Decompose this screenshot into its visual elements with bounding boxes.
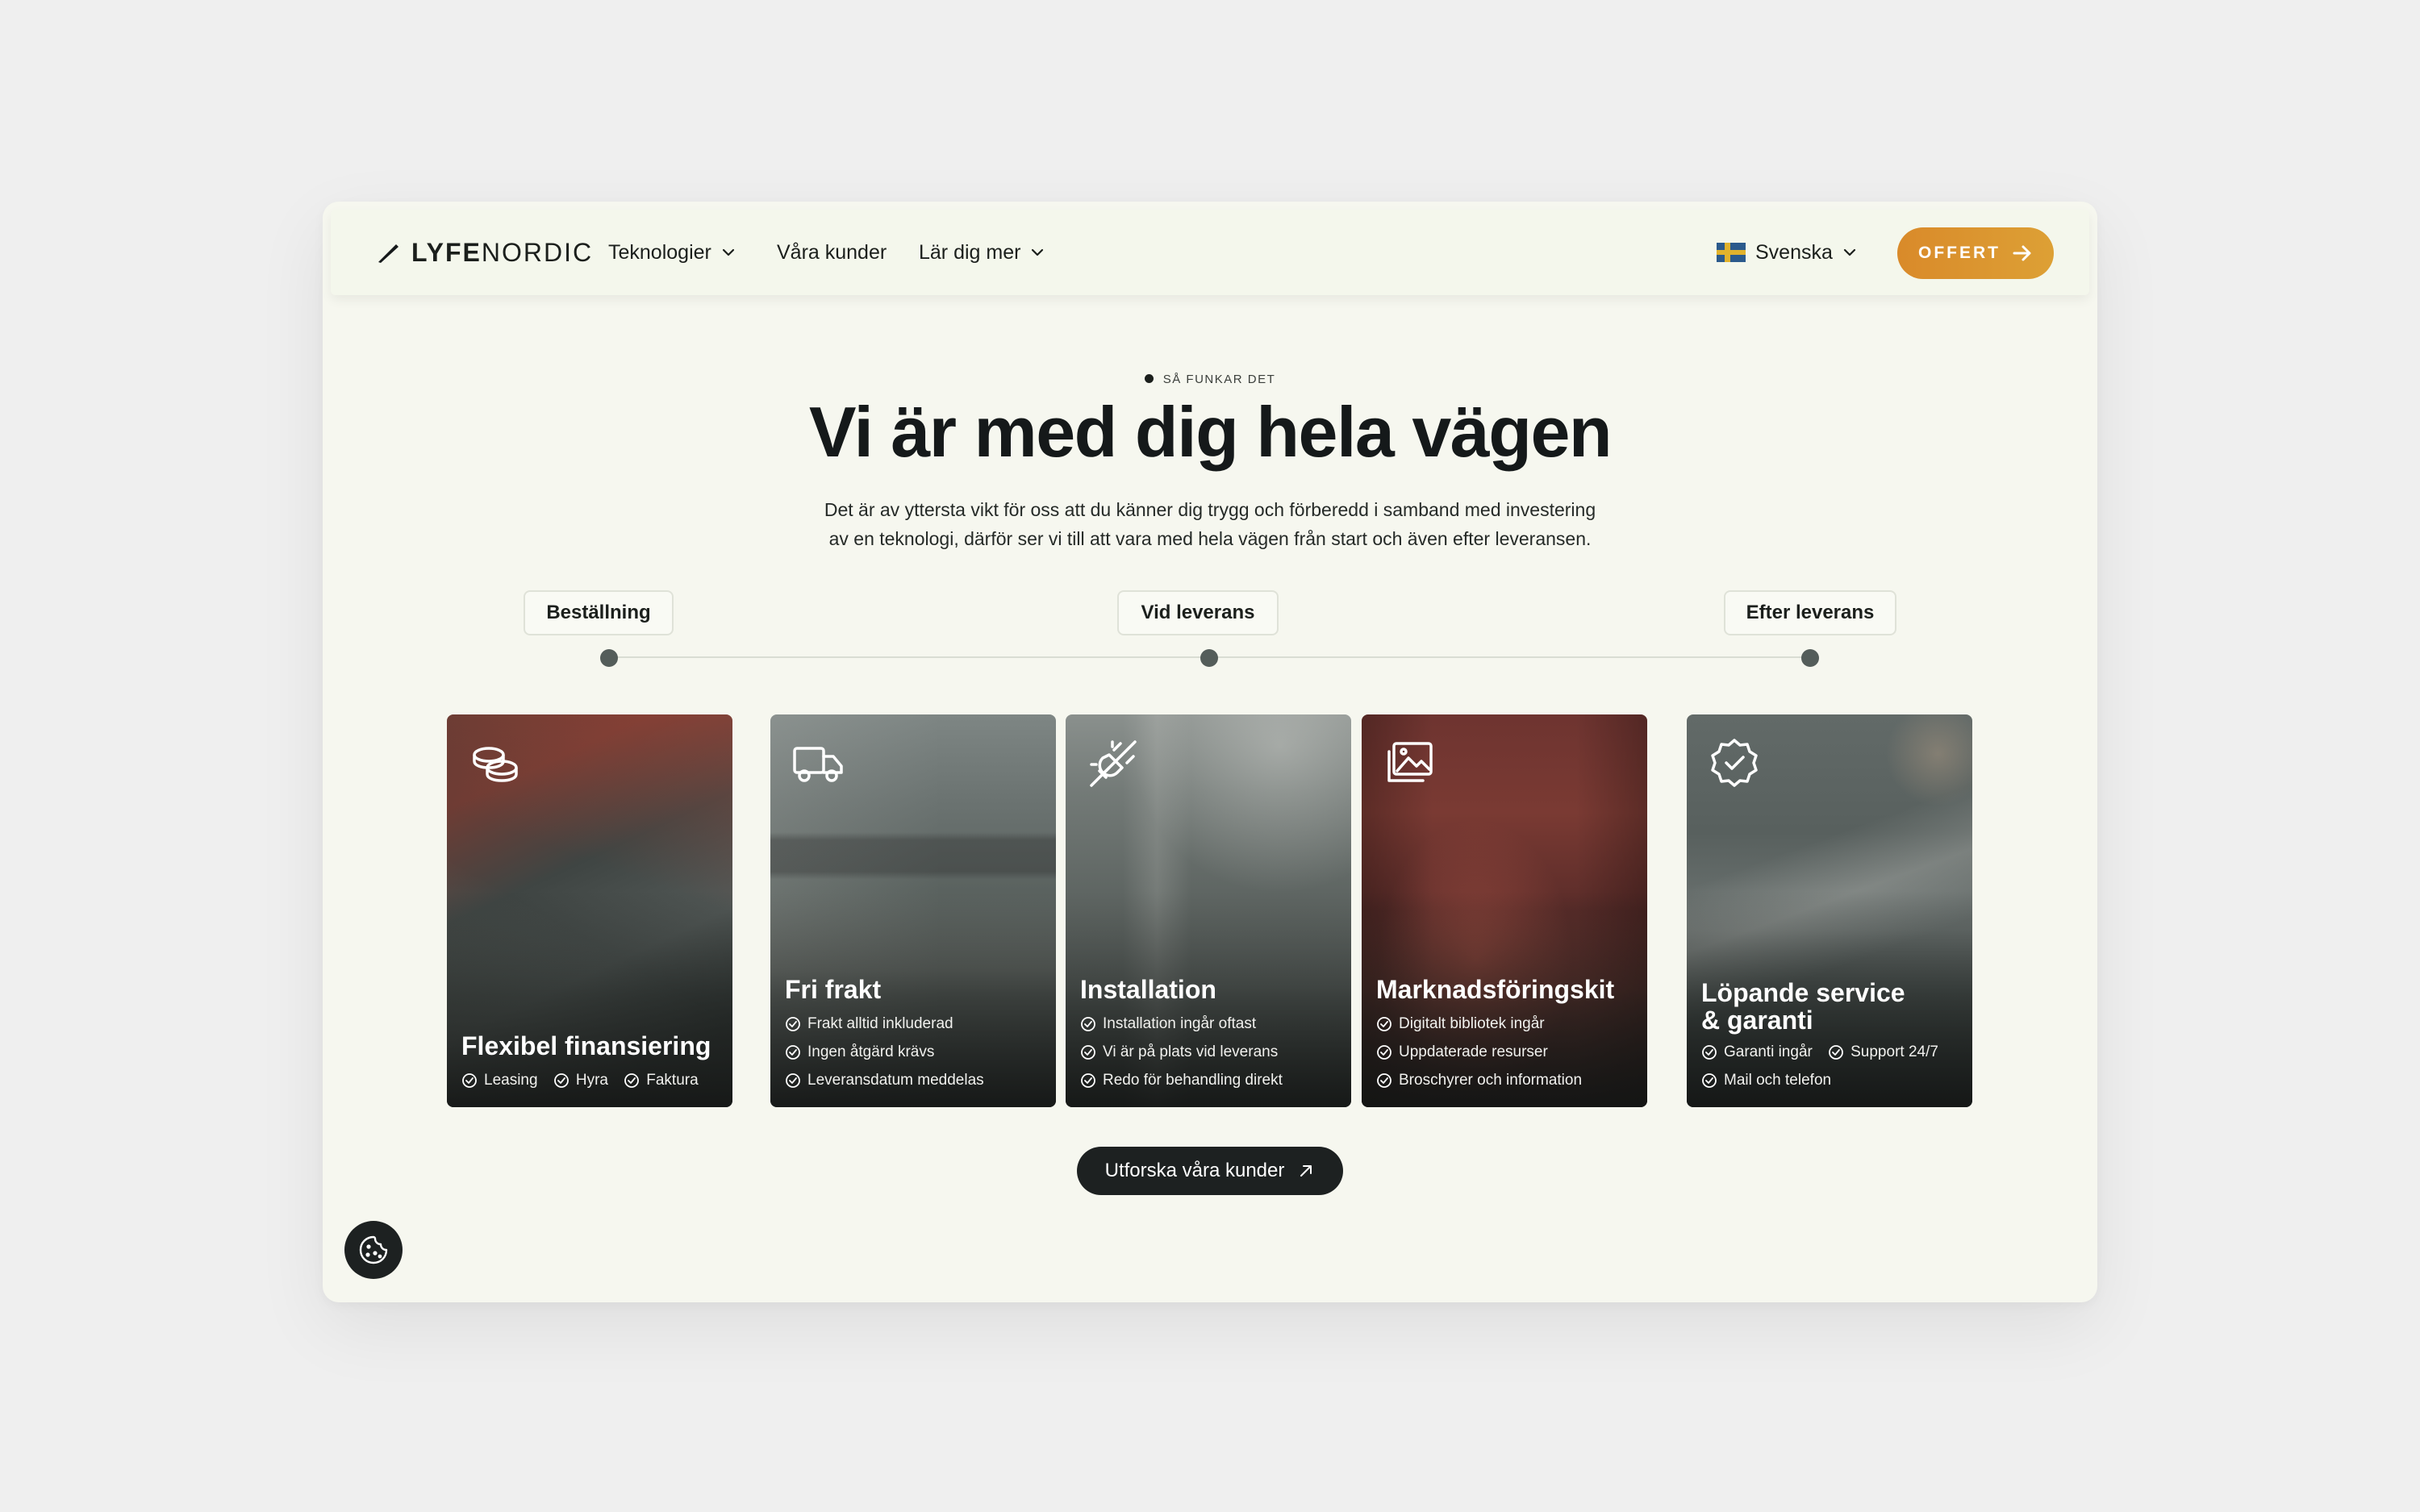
feature-item: Installation ingår oftast [1080, 1010, 1256, 1038]
timeline-dot [600, 649, 618, 667]
cookie-icon [359, 1235, 388, 1264]
feature-item: Uppdaterade resurser [1376, 1038, 1548, 1066]
top-navigation: LYFE NORDIC Teknologier Våra kunder Lär d… [331, 210, 2089, 295]
check-circle-icon [1377, 1016, 1392, 1031]
cta-label: Utforska våra kunder [1104, 1160, 1285, 1181]
check-circle-icon [786, 1073, 800, 1088]
card-lopande-service[interactable]: Löpande service & garanti Garanti ingår … [1687, 714, 1972, 1107]
check-circle-icon [462, 1073, 477, 1088]
explore-customers-button[interactable]: Utforska våra kunder [1077, 1147, 1343, 1195]
card-title-line: Löpande service [1701, 978, 1905, 1007]
card-features: Garanti ingår Support 24/7 Mail och tele… [1701, 1038, 1964, 1094]
swedish-flag-icon [1717, 243, 1746, 262]
card-title: Löpande service & garanti [1701, 979, 1905, 1034]
section-eyebrow: SÅ FUNKAR DET [323, 373, 2097, 386]
feature-item: Support 24/7 [1828, 1038, 1938, 1066]
feature-item: Faktura [624, 1066, 699, 1094]
card-title: Marknadsföringskit [1376, 975, 1615, 1004]
check-circle-icon [1702, 1073, 1717, 1088]
slash-logo-icon [378, 244, 398, 263]
check-circle-icon [786, 1044, 800, 1060]
feature-item: Vi är på plats vid leverans [1080, 1038, 1278, 1066]
feature-item: Broschyrer och information [1376, 1066, 1582, 1094]
check-circle-icon [786, 1016, 800, 1031]
intro-line: Det är av yttersta vikt för oss att du k… [824, 499, 1596, 520]
logo-text-strong: LYFE [411, 237, 482, 267]
timeline-step-efter-leverans: Efter leverans [1724, 590, 1896, 635]
browser-window: LYFE NORDIC Teknologier Våra kunder Lär d… [323, 202, 2097, 1302]
nav-item-teknologier[interactable]: Teknologier [608, 235, 736, 269]
check-circle-icon [1081, 1016, 1095, 1031]
check-circle-icon [624, 1073, 640, 1088]
check-circle-icon [1829, 1044, 1844, 1060]
card-title: Installation [1080, 975, 1216, 1004]
truck-icon [793, 747, 843, 782]
images-icon [1387, 742, 1433, 782]
feature-item: Digitalt bibliotek ingår [1376, 1010, 1545, 1038]
card-flexibel-finansiering[interactable]: Flexibel finansiering Leasing Hyra Faktu… [447, 714, 732, 1107]
card-fri-frakt[interactable]: Fri frakt Frakt alltid inkluderad Ingen … [770, 714, 1056, 1107]
card-title-line: & garanti [1701, 1006, 1813, 1035]
card-title: Flexibel finansiering [461, 1031, 711, 1060]
intro-paragraph: Det är av yttersta vikt för oss att du k… [766, 495, 1654, 553]
badge-check-icon [1711, 739, 1758, 787]
feature-item: Mail och telefon [1701, 1066, 1831, 1094]
logo-text-light: NORDIC [481, 237, 594, 267]
feature-item: Leasing [461, 1066, 538, 1094]
nav-item-vara-kunder[interactable]: Våra kunder [777, 235, 887, 269]
nav-item-label: Teknologier [608, 240, 711, 264]
chevron-down-icon [1032, 248, 1044, 256]
offert-label: OFFERT [1918, 244, 2001, 262]
feature-item: Hyra [553, 1066, 608, 1094]
page-title: Vi är med dig hela vägen [808, 392, 1613, 472]
timeline-step-vid-leverans: Vid leverans [1117, 590, 1279, 635]
card-features: Installation ingår oftast Vi är på plats… [1080, 1010, 1343, 1094]
check-circle-icon [1377, 1073, 1392, 1088]
timeline-dot [1200, 649, 1218, 667]
card-title: Fri frakt [785, 975, 882, 1004]
arrow-right-icon [2013, 245, 2031, 261]
check-circle-icon [1081, 1073, 1095, 1088]
intro-line: av en teknologi, därför ser vi till att … [828, 528, 1592, 549]
chevron-down-icon [1843, 248, 1855, 256]
arrow-up-right-icon [1300, 1165, 1312, 1177]
feature-item: Redo för behandling direkt [1080, 1066, 1283, 1094]
timeline-dot [1801, 649, 1819, 667]
plug-off-icon [1090, 740, 1137, 787]
check-circle-icon [1702, 1044, 1717, 1060]
card-features: Frakt alltid inkluderad Ingen åtgärd krä… [785, 1010, 1048, 1094]
chevron-down-icon [722, 248, 734, 256]
language-selector[interactable]: Svenska [1717, 235, 1857, 269]
nav-item-label: Våra kunder [777, 240, 887, 264]
eyebrow-label: SÅ FUNKAR DET [1162, 373, 1276, 386]
feature-item: Garanti ingår [1701, 1038, 1813, 1066]
feature-item: Ingen åtgärd krävs [785, 1038, 934, 1066]
nav-item-lar-dig-mer[interactable]: Lär dig mer [919, 235, 1045, 269]
check-circle-icon [553, 1073, 569, 1088]
coins-icon [473, 747, 518, 782]
offert-button[interactable]: OFFERT [1897, 227, 2054, 279]
card-installation[interactable]: Installation Installation ingår oftast V… [1066, 714, 1351, 1107]
check-circle-icon [1081, 1044, 1095, 1060]
timeline-step-bestallning: Beställning [524, 590, 674, 635]
cookie-settings-button[interactable] [344, 1221, 403, 1279]
eyebrow-dot [1144, 373, 1154, 383]
card-marknadsforingskit[interactable]: Marknadsföringskit Digitalt bibliotek in… [1362, 714, 1647, 1107]
check-circle-icon [1377, 1044, 1392, 1060]
nav-item-label: Lär dig mer [919, 240, 1021, 264]
language-label: Svenska [1755, 240, 1833, 264]
card-features: Leasing Hyra Faktura [461, 1066, 724, 1094]
feature-item: Frakt alltid inkluderad [785, 1010, 953, 1038]
card-features: Digitalt bibliotek ingår Uppdaterade res… [1376, 1010, 1639, 1094]
feature-item: Leveransdatum meddelas [785, 1066, 984, 1094]
logo[interactable]: LYFE NORDIC [376, 234, 593, 271]
